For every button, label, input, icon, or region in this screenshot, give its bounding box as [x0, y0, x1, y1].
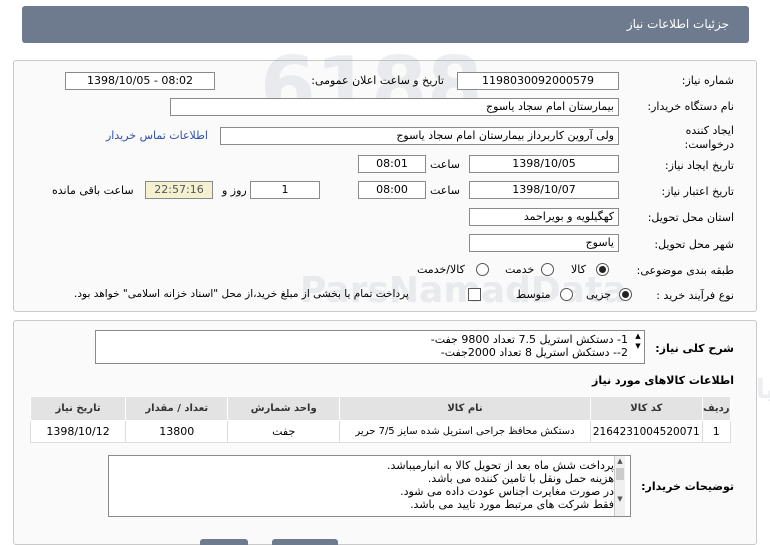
- city-label: شهر محل تحویل:: [654, 238, 734, 251]
- cell-row: 1: [701, 420, 732, 443]
- buyer-org-label: نام دستگاه خریدار:: [647, 100, 734, 113]
- scroll-up-icon[interactable]: ▲: [615, 456, 625, 466]
- creator-label-line1: ایجاد کننده: [685, 124, 734, 137]
- days-field: 1: [250, 181, 320, 199]
- buyer-note-line: پرداخت شش ماه بعد از تحویل کالا به انبار…: [387, 459, 614, 472]
- announce-label: تاریخ و ساعت اعلان عمومی:: [311, 74, 444, 87]
- creator-field: ولی آروین کاربرداز بیمارستان امام سجاد ی…: [220, 127, 619, 145]
- announce-field: 1398/10/05 - 08:02: [65, 72, 215, 90]
- summary-label: شرح کلی نیاز:: [655, 342, 734, 355]
- goods-section-title: اطلاعات کالاهای مورد نیاز: [592, 374, 734, 387]
- province-label: استان محل تحویل:: [647, 211, 734, 224]
- cell-name: دستکش محافظ جراحی استریل شده سایز 7/5 حر…: [338, 420, 592, 443]
- payment-note: پرداخت تمام یا بخشی از مبلغ خرید،از محل …: [74, 288, 409, 300]
- category-service-label: خدمت: [505, 263, 535, 276]
- create-date-field: 1398/10/05: [469, 155, 619, 173]
- summary-line: 2-- دستکش استریل 8 تعداد 2000جفت-: [440, 346, 628, 359]
- contact-info-link[interactable]: اطلاعات تماس خریدار: [106, 129, 208, 142]
- city-field: یاسوج: [469, 234, 619, 252]
- category-goods-service-label: کالا/خدمت: [417, 263, 465, 276]
- bottom-button-2[interactable]: [200, 539, 248, 545]
- need-number-field: 1198030092000579: [457, 72, 619, 90]
- category-label: طبقه بندی موضوعی:: [636, 264, 734, 277]
- create-date-label: تاریخ ایجاد نیاز:: [664, 159, 734, 172]
- summary-textarea[interactable]: 1- دستکش استریل 7.5 تعداد 9800 جفت- 2-- …: [95, 330, 645, 364]
- treasury-checkbox[interactable]: [468, 288, 481, 301]
- valid-time-label: ساعت: [430, 184, 460, 197]
- buyer-note-line: هزینه حمل ونقل با تامین کننده می باشد.: [427, 472, 614, 485]
- summary-scrollbar[interactable]: ▲ ▼: [632, 331, 644, 363]
- create-time-label: ساعت: [430, 158, 460, 171]
- col-code: کد کالا: [590, 396, 703, 421]
- purchase-medium-radio[interactable]: [560, 288, 573, 301]
- category-goods-radio[interactable]: [596, 263, 609, 276]
- purchase-type-label: نوع فرآیند خرید :: [656, 289, 734, 302]
- remaining-label: ساعت باقی مانده: [52, 184, 134, 197]
- page-title: جزئیات اطلاعات نیاز: [626, 17, 729, 31]
- buyer-notes-textarea[interactable]: پرداخت شش ماه بعد از تحویل کالا به انبار…: [108, 455, 631, 517]
- page-header: جزئیات اطلاعات نیاز: [22, 6, 749, 43]
- summary-line: 1- دستکش استریل 7.5 تعداد 9800 جفت-: [430, 333, 628, 346]
- buyer-note-line: در صورت مغایرت اجناس عودت داده می شود.: [400, 485, 614, 498]
- scroll-down-icon[interactable]: ▼: [615, 494, 625, 504]
- cell-quantity: 13800: [125, 420, 229, 443]
- buyer-note-line: فقط شرکت های مرتبط مورد تایید می باشد.: [410, 498, 614, 511]
- purchase-minor-radio[interactable]: [619, 288, 632, 301]
- category-service-radio[interactable]: [541, 263, 554, 276]
- col-quantity: تعداد / مقدار: [125, 396, 229, 421]
- purchase-medium-label: متوسط: [516, 288, 551, 301]
- create-time-field: 08:01: [358, 155, 426, 173]
- goods-table: ردیف کد کالا نام کالا واحد شمارش تعداد /…: [29, 396, 732, 443]
- cell-date: 1398/10/12: [29, 420, 127, 443]
- col-row: ردیف: [701, 396, 732, 421]
- cell-unit: جفت: [227, 420, 340, 443]
- creator-label: ایجاد کننده درخواست:: [685, 124, 734, 152]
- buyer-org-field: بیمارستان امام سجاد یاسوج: [170, 98, 619, 116]
- table-row[interactable]: 1 2164231004520071 دستکش محافظ جراحی است…: [29, 420, 732, 443]
- col-name: نام کالا: [338, 396, 592, 421]
- remaining-time-field: 22:57:16: [145, 181, 213, 199]
- need-number-label: شماره نیاز:: [681, 74, 734, 87]
- cell-code: 2164231004520071: [590, 420, 703, 443]
- goods-table-header: ردیف کد کالا نام کالا واحد شمارش تعداد /…: [29, 396, 732, 421]
- buyer-notes-label: توضیحات خریدار:: [641, 480, 734, 493]
- days-label: روز و: [222, 184, 247, 197]
- valid-time-field: 08:00: [358, 181, 426, 199]
- scroll-thumb[interactable]: [616, 468, 624, 480]
- bottom-button-1[interactable]: [272, 539, 338, 545]
- valid-date-label: تاریخ اعتبار نیاز:: [661, 185, 734, 198]
- col-unit: واحد شمارش: [227, 396, 340, 421]
- valid-date-field: 1398/10/07: [469, 181, 619, 199]
- purchase-minor-label: جزیی: [586, 288, 612, 301]
- province-field: کهگیلویه و بویراحمد: [469, 208, 619, 226]
- buyer-notes-scrollbar[interactable]: ▲ ▼: [614, 456, 625, 516]
- col-date: تاریخ نیاز: [29, 396, 127, 421]
- creator-label-line2: درخواست:: [684, 138, 734, 151]
- category-goods-label: کالا: [571, 263, 586, 276]
- category-goods-service-radio[interactable]: [476, 263, 489, 276]
